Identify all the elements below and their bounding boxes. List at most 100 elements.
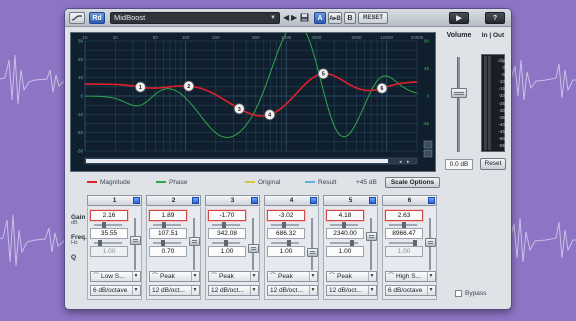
previous-preset-icon[interactable]: ◀	[283, 12, 289, 24]
band-freq-field[interactable]: 107.51	[149, 228, 187, 239]
band-freq-mini-slider[interactable]	[271, 240, 299, 246]
band-freq-field[interactable]: 686.32	[267, 228, 305, 239]
band-enable-checkbox[interactable]	[192, 197, 199, 204]
band-header[interactable]: 5	[323, 195, 378, 206]
graph-scrollbar-thumb[interactable]	[86, 159, 388, 163]
band-q-field[interactable]: 1.00	[326, 246, 364, 257]
band-q-field[interactable]: 0.70	[149, 246, 187, 257]
band-type-select[interactable]: ⌒ High S... ▼	[385, 271, 436, 282]
band-type-select[interactable]: ⌒ Low S... ▼	[90, 271, 141, 282]
meter-reset-button[interactable]: Reset	[480, 158, 506, 170]
band-gain-field[interactable]: 2.63	[385, 210, 423, 221]
band-gain-field[interactable]: 1.89	[149, 210, 187, 221]
chevron-down-icon[interactable]: ▼	[368, 272, 375, 281]
band-gain-field[interactable]: -3.02	[267, 210, 305, 221]
chevron-down-icon[interactable]: ▼	[132, 286, 139, 295]
band-slope-select[interactable]: 12 dB/oct... ▼	[326, 285, 377, 296]
zoom-out-button[interactable]	[423, 149, 433, 158]
band-gain-slider[interactable]	[425, 218, 436, 270]
band-enable-checkbox[interactable]	[428, 197, 435, 204]
chevron-down-icon[interactable]: ▼	[427, 272, 434, 281]
chevron-down-icon[interactable]: ▼	[427, 286, 434, 295]
chevron-down-icon[interactable]: ▼	[368, 286, 375, 295]
band-q-field[interactable]: 1.00	[90, 246, 128, 257]
band-freq-field[interactable]: 35.55	[90, 228, 128, 239]
band-type-select[interactable]: ⌒ Peak ▼	[326, 271, 377, 282]
volume-value[interactable]: 0.0 dB	[445, 159, 473, 170]
eq-curve-display[interactable]: 10 20 50 100 200 500 1000 2000 5000 10000 20000 30 2…	[70, 32, 436, 172]
band-gain-mini-slider[interactable]	[94, 222, 122, 228]
chevron-down-icon[interactable]: ▼	[309, 272, 316, 281]
band-freq-field[interactable]: 2340.00	[326, 228, 364, 239]
legend-result[interactable]: Result	[305, 179, 336, 186]
band-enable-checkbox[interactable]	[369, 197, 376, 204]
volume-slider-thumb[interactable]	[451, 88, 467, 99]
help-button[interactable]: ?	[485, 12, 505, 24]
band-enable-checkbox[interactable]	[133, 197, 140, 204]
band-gain-slider-thumb[interactable]	[189, 237, 200, 246]
band-gain-slider[interactable]	[366, 218, 377, 270]
band-freq-mini-slider[interactable]	[94, 240, 122, 246]
band-gain-mini-slider[interactable]	[389, 222, 417, 228]
play-button[interactable]: ▶	[449, 12, 469, 24]
band-type-select[interactable]: ⌒ Peak ▼	[208, 271, 259, 282]
band-gain-slider[interactable]	[307, 218, 318, 270]
band-gain-slider-thumb[interactable]	[248, 244, 259, 253]
band-header[interactable]: 3	[205, 195, 260, 206]
scale-options-button[interactable]: Scale Options	[385, 177, 440, 188]
chevron-down-icon[interactable]: ▼	[250, 286, 257, 295]
band-gain-field[interactable]: -1.70	[208, 210, 246, 221]
curve-menu-button[interactable]	[69, 12, 85, 24]
bypass-toggle[interactable]: Bypass	[455, 290, 505, 300]
volume-slider-track[interactable]	[457, 57, 460, 152]
band-type-select[interactable]: ⌒ Peak ▼	[267, 271, 318, 282]
legend-magnitude[interactable]: Magnitude	[87, 179, 130, 186]
chevron-down-icon[interactable]: ▼	[270, 13, 276, 23]
chevron-down-icon[interactable]: ▼	[250, 272, 257, 281]
band-gain-slider[interactable]	[189, 218, 200, 270]
band-freq-field[interactable]: 8966.47	[385, 228, 423, 239]
legend-phase[interactable]: Phase	[156, 179, 187, 186]
ab-a-button[interactable]: A	[314, 12, 326, 24]
band-gain-slider-thumb[interactable]	[130, 236, 141, 245]
next-preset-icon[interactable]: ▶	[291, 12, 297, 24]
band-gain-mini-slider[interactable]	[212, 222, 240, 228]
legend-original[interactable]: Original	[245, 179, 280, 186]
band-gain-slider-track[interactable]	[311, 218, 313, 270]
band-gain-slider-track[interactable]	[370, 218, 372, 270]
band-header[interactable]: 1	[87, 195, 142, 206]
band-gain-field[interactable]: 4.18	[326, 210, 364, 221]
bypass-checkbox[interactable]	[455, 290, 462, 297]
rd-button[interactable]: Rd	[89, 12, 105, 24]
chevron-down-icon[interactable]: ▼	[309, 286, 316, 295]
band-gain-slider-thumb[interactable]	[307, 248, 318, 257]
band-freq-mini-slider[interactable]	[212, 240, 240, 246]
band-gain-slider[interactable]	[130, 218, 141, 270]
band-gain-mini-slider[interactable]	[271, 222, 299, 228]
preset-name-field[interactable]: MidBoost ▼	[110, 12, 280, 24]
band-slope-select[interactable]: 12 dB/oct... ▼	[208, 285, 259, 296]
band-enable-checkbox[interactable]	[310, 197, 317, 204]
band-gain-field[interactable]: 2.16	[90, 210, 128, 221]
band-type-select[interactable]: ⌒ Peak ▼	[149, 271, 200, 282]
band-gain-mini-slider[interactable]	[153, 222, 181, 228]
band-freq-mini-slider[interactable]	[153, 240, 181, 246]
band-slope-select[interactable]: 6 dB/octave ▼	[90, 285, 141, 296]
band-slope-select[interactable]: 12 dB/oct... ▼	[149, 285, 200, 296]
band-gain-slider[interactable]	[248, 218, 259, 270]
band-slope-select[interactable]: 6 dB/octave ▼	[385, 285, 436, 296]
save-preset-icon[interactable]	[300, 12, 310, 26]
chevron-down-icon[interactable]: ▼	[191, 286, 198, 295]
chevron-down-icon[interactable]: ▼	[191, 272, 198, 281]
ab-copy-button[interactable]: A▸B	[328, 12, 342, 24]
chevron-down-icon[interactable]: ▼	[132, 272, 139, 281]
band-freq-mini-slider[interactable]	[330, 240, 358, 246]
band-freq-mini-slider[interactable]	[389, 240, 417, 246]
band-gain-slider-thumb[interactable]	[366, 232, 377, 241]
band-header[interactable]: 2	[146, 195, 201, 206]
eq-graph[interactable]: 10 20 50 100 200 500 1000 2000 5000 10000 20000302…	[71, 33, 435, 171]
band-header[interactable]: 6	[382, 195, 437, 206]
reset-toolbar-button[interactable]: RESET	[358, 12, 388, 24]
zoom-in-button[interactable]	[423, 140, 433, 149]
band-freq-field[interactable]: 342.08	[208, 228, 246, 239]
